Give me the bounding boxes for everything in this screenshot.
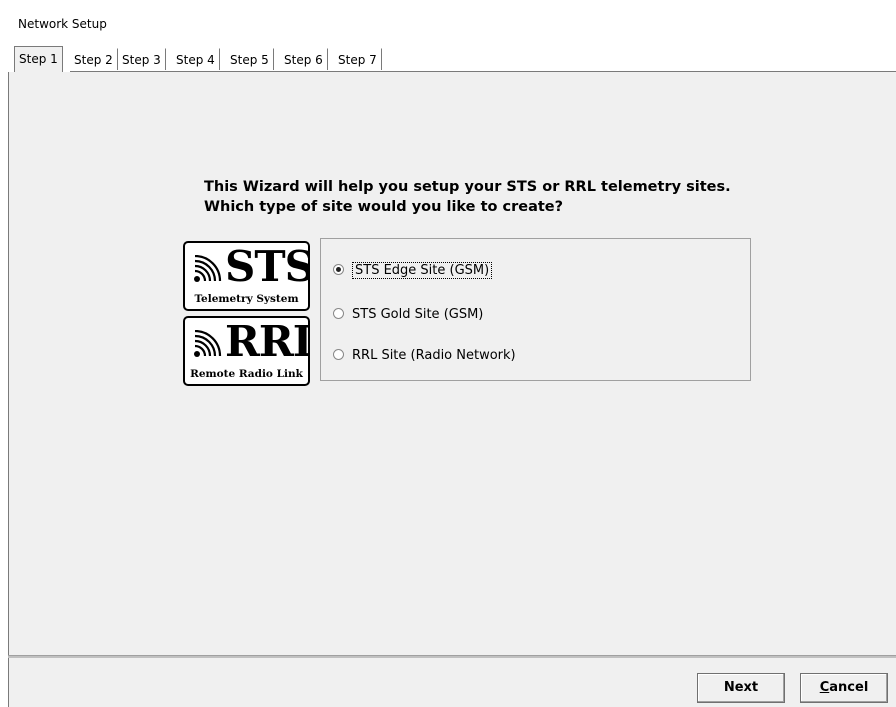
sts-logo-subtitle: Telemetry System xyxy=(194,293,299,305)
cancel-accelerator: C xyxy=(819,680,830,695)
title-bar: Network Setup xyxy=(0,0,896,42)
option-sts-edge-site[interactable]: STS Edge Site (GSM) xyxy=(333,261,493,281)
window-title: Network Setup xyxy=(18,17,107,31)
radio-button[interactable] xyxy=(333,264,344,275)
next-button-label: Next xyxy=(723,680,759,695)
tab-step-2[interactable]: Step 2 xyxy=(70,48,118,70)
rrl-logo-subtitle: Remote Radio Link xyxy=(190,368,303,380)
sts-logo: STS Telemetry System xyxy=(183,241,310,311)
sts-logo-text: STS xyxy=(225,242,310,291)
tab-strip: Step 1 Step 2 Step 3 Step 4 Step 5 Step … xyxy=(0,42,896,72)
radio-button[interactable] xyxy=(333,349,344,360)
option-label: RRL Site (Radio Network) xyxy=(352,348,516,363)
signal-waves-icon xyxy=(194,255,222,282)
cancel-button-label: ancel xyxy=(829,680,869,695)
wizard-heading: This Wizard will help you setup your STS… xyxy=(204,177,731,217)
signal-waves-icon xyxy=(194,330,222,357)
tab-step-3[interactable]: Step 3 xyxy=(118,48,166,70)
heading-line-1: This Wizard will help you setup your STS… xyxy=(204,179,731,195)
option-rrl-site[interactable]: RRL Site (Radio Network) xyxy=(333,346,516,366)
tab-step-1[interactable]: Step 1 xyxy=(14,46,63,72)
option-sts-gold-site[interactable]: STS Gold Site (GSM) xyxy=(333,305,483,325)
heading-line-2: Which type of site would you like to cre… xyxy=(204,199,564,215)
radio-button[interactable] xyxy=(333,308,344,319)
option-label: STS Gold Site (GSM) xyxy=(352,307,484,322)
cancel-button[interactable]: Cancel xyxy=(800,673,888,703)
tab-step-7[interactable]: Step 7 xyxy=(334,48,382,70)
next-button[interactable]: Next xyxy=(697,673,785,703)
option-label: STS Edge Site (GSM) xyxy=(352,262,493,279)
tab-step-6[interactable]: Step 6 xyxy=(280,48,328,70)
tab-step-4[interactable]: Step 4 xyxy=(172,48,220,70)
rrl-logo-text: RRL xyxy=(225,317,308,366)
rrl-logo: RRL Remote Radio Link xyxy=(183,316,310,386)
tab-step-5[interactable]: Step 5 xyxy=(226,48,274,70)
site-type-group: STS Edge Site (GSM) STS Gold Site (GSM) … xyxy=(320,238,751,381)
